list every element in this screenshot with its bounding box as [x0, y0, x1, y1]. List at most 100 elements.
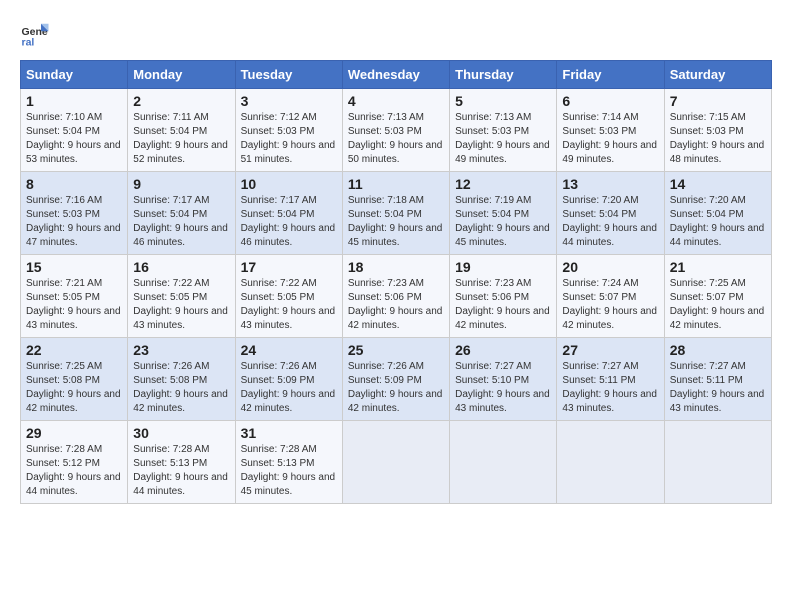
day-number: 19	[455, 259, 551, 275]
calendar-cell: 10Sunrise: 7:17 AMSunset: 5:04 PMDayligh…	[235, 172, 342, 255]
calendar-cell: 26 Sunrise: 7:27 AMSunset: 5:10 PMDayligh…	[450, 338, 557, 421]
day-detail: Sunrise: 7:27 AMSunset: 5:11 PMDaylight:…	[562, 360, 658, 416]
calendar-cell: 2 Sunrise: 7:11 AMSunset: 5:04 PMDaylight…	[128, 89, 235, 172]
logo: Gene ral	[20, 20, 54, 50]
day-detail: Sunrise: 7:17 AMSunset: 5:04 PMDaylight:…	[241, 194, 337, 250]
calendar-cell: 27 Sunrise: 7:27 AMSunset: 5:11 PMDayligh…	[557, 338, 664, 421]
calendar-cell: 25 Sunrise: 7:26 AMSunset: 5:09 PMDayligh…	[342, 338, 449, 421]
day-number: 16	[133, 259, 229, 275]
day-number: 17	[241, 259, 337, 275]
day-number: 31	[241, 425, 337, 441]
day-detail: Sunrise: 7:22 AMSunset: 5:05 PMDaylight:…	[241, 277, 337, 333]
day-number: 12	[455, 176, 551, 192]
day-detail: Sunrise: 7:18 AMSunset: 5:04 PMDaylight:…	[348, 194, 444, 250]
calendar-cell: 18 Sunrise: 7:23 AMSunset: 5:06 PMDayligh…	[342, 255, 449, 338]
calendar-cell	[450, 421, 557, 504]
day-detail: Sunrise: 7:13 AMSunset: 5:03 PMDaylight:…	[348, 111, 444, 167]
day-detail: Sunrise: 7:13 AMSunset: 5:03 PMDaylight:…	[455, 111, 551, 167]
calendar-cell	[342, 421, 449, 504]
day-number: 2	[133, 93, 229, 109]
calendar-week-4: 22Sunrise: 7:25 AMSunset: 5:08 PMDayligh…	[21, 338, 772, 421]
day-detail: Sunrise: 7:23 AMSunset: 5:06 PMDaylight:…	[455, 277, 551, 333]
calendar-table: SundayMondayTuesdayWednesdayThursdayFrid…	[20, 60, 772, 504]
calendar-cell: 31 Sunrise: 7:28 AMSunset: 5:13 PMDayligh…	[235, 421, 342, 504]
calendar-cell	[557, 421, 664, 504]
day-detail: Sunrise: 7:17 AMSunset: 5:04 PMDaylight:…	[133, 194, 229, 250]
day-detail: Sunrise: 7:28 AMSunset: 5:12 PMDaylight:…	[26, 443, 122, 499]
calendar-cell: 5 Sunrise: 7:13 AMSunset: 5:03 PMDaylight…	[450, 89, 557, 172]
day-number: 11	[348, 176, 444, 192]
day-number: 14	[670, 176, 766, 192]
calendar-cell: 8Sunrise: 7:16 AMSunset: 5:03 PMDaylight…	[21, 172, 128, 255]
day-detail: Sunrise: 7:23 AMSunset: 5:06 PMDaylight:…	[348, 277, 444, 333]
day-detail: Sunrise: 7:25 AMSunset: 5:08 PMDaylight:…	[26, 360, 122, 416]
calendar-cell: 9 Sunrise: 7:17 AMSunset: 5:04 PMDaylight…	[128, 172, 235, 255]
day-detail: Sunrise: 7:27 AMSunset: 5:11 PMDaylight:…	[670, 360, 766, 416]
calendar-week-2: 8Sunrise: 7:16 AMSunset: 5:03 PMDaylight…	[21, 172, 772, 255]
day-detail: Sunrise: 7:27 AMSunset: 5:10 PMDaylight:…	[455, 360, 551, 416]
day-detail: Sunrise: 7:15 AMSunset: 5:03 PMDaylight:…	[670, 111, 766, 167]
calendar-cell	[664, 421, 771, 504]
day-number: 13	[562, 176, 658, 192]
header-saturday: Saturday	[664, 61, 771, 89]
day-number: 26	[455, 342, 551, 358]
calendar-cell: 29Sunrise: 7:28 AMSunset: 5:12 PMDayligh…	[21, 421, 128, 504]
day-number: 7	[670, 93, 766, 109]
calendar-cell: 19 Sunrise: 7:23 AMSunset: 5:06 PMDayligh…	[450, 255, 557, 338]
svg-text:ral: ral	[22, 37, 35, 49]
calendar-cell: 15 Sunrise: 7:21 AMSunset: 5:05 PMDayligh…	[21, 255, 128, 338]
logo-icon: Gene ral	[20, 20, 50, 50]
calendar-cell: 21 Sunrise: 7:25 AMSunset: 5:07 PMDayligh…	[664, 255, 771, 338]
header-monday: Monday	[128, 61, 235, 89]
day-number: 3	[241, 93, 337, 109]
calendar-cell: 23Sunrise: 7:26 AMSunset: 5:08 PMDayligh…	[128, 338, 235, 421]
header-sunday: Sunday	[21, 61, 128, 89]
calendar-cell: 11 Sunrise: 7:18 AMSunset: 5:04 PMDayligh…	[342, 172, 449, 255]
header-thursday: Thursday	[450, 61, 557, 89]
day-detail: Sunrise: 7:26 AMSunset: 5:09 PMDaylight:…	[348, 360, 444, 416]
calendar-cell: 24Sunrise: 7:26 AMSunset: 5:09 PMDayligh…	[235, 338, 342, 421]
calendar-cell: 3 Sunrise: 7:12 AMSunset: 5:03 PMDaylight…	[235, 89, 342, 172]
day-detail: Sunrise: 7:21 AMSunset: 5:05 PMDaylight:…	[26, 277, 122, 333]
calendar-cell: 20Sunrise: 7:24 AMSunset: 5:07 PMDayligh…	[557, 255, 664, 338]
day-number: 8	[26, 176, 122, 192]
calendar-cell: 30Sunrise: 7:28 AMSunset: 5:13 PMDayligh…	[128, 421, 235, 504]
day-detail: Sunrise: 7:20 AMSunset: 5:04 PMDaylight:…	[670, 194, 766, 250]
header-wednesday: Wednesday	[342, 61, 449, 89]
calendar-cell: 12 Sunrise: 7:19 AMSunset: 5:04 PMDayligh…	[450, 172, 557, 255]
day-number: 5	[455, 93, 551, 109]
day-detail: Sunrise: 7:11 AMSunset: 5:04 PMDaylight:…	[133, 111, 229, 167]
calendar-cell: 7 Sunrise: 7:15 AMSunset: 5:03 PMDaylight…	[664, 89, 771, 172]
day-number: 6	[562, 93, 658, 109]
calendar-cell: 14 Sunrise: 7:20 AMSunset: 5:04 PMDayligh…	[664, 172, 771, 255]
calendar-week-1: 1Sunrise: 7:10 AMSunset: 5:04 PMDaylight…	[21, 89, 772, 172]
day-detail: Sunrise: 7:28 AMSunset: 5:13 PMDaylight:…	[241, 443, 337, 499]
day-number: 30	[133, 425, 229, 441]
day-detail: Sunrise: 7:25 AMSunset: 5:07 PMDaylight:…	[670, 277, 766, 333]
calendar-cell: 1Sunrise: 7:10 AMSunset: 5:04 PMDaylight…	[21, 89, 128, 172]
day-detail: Sunrise: 7:20 AMSunset: 5:04 PMDaylight:…	[562, 194, 658, 250]
calendar-header-row: SundayMondayTuesdayWednesdayThursdayFrid…	[21, 61, 772, 89]
day-detail: Sunrise: 7:10 AMSunset: 5:04 PMDaylight:…	[26, 111, 122, 167]
header: Gene ral	[20, 20, 772, 50]
day-detail: Sunrise: 7:12 AMSunset: 5:03 PMDaylight:…	[241, 111, 337, 167]
calendar-cell: 6 Sunrise: 7:14 AMSunset: 5:03 PMDaylight…	[557, 89, 664, 172]
day-detail: Sunrise: 7:14 AMSunset: 5:03 PMDaylight:…	[562, 111, 658, 167]
day-number: 18	[348, 259, 444, 275]
day-number: 24	[241, 342, 337, 358]
calendar-cell: 4 Sunrise: 7:13 AMSunset: 5:03 PMDaylight…	[342, 89, 449, 172]
day-number: 21	[670, 259, 766, 275]
day-number: 9	[133, 176, 229, 192]
calendar-week-3: 15 Sunrise: 7:21 AMSunset: 5:05 PMDayligh…	[21, 255, 772, 338]
calendar-cell: 22Sunrise: 7:25 AMSunset: 5:08 PMDayligh…	[21, 338, 128, 421]
calendar-week-5: 29Sunrise: 7:28 AMSunset: 5:12 PMDayligh…	[21, 421, 772, 504]
day-number: 20	[562, 259, 658, 275]
day-number: 15	[26, 259, 122, 275]
day-number: 4	[348, 93, 444, 109]
day-number: 27	[562, 342, 658, 358]
day-number: 25	[348, 342, 444, 358]
day-detail: Sunrise: 7:19 AMSunset: 5:04 PMDaylight:…	[455, 194, 551, 250]
header-friday: Friday	[557, 61, 664, 89]
day-detail: Sunrise: 7:26 AMSunset: 5:08 PMDaylight:…	[133, 360, 229, 416]
day-detail: Sunrise: 7:22 AMSunset: 5:05 PMDaylight:…	[133, 277, 229, 333]
